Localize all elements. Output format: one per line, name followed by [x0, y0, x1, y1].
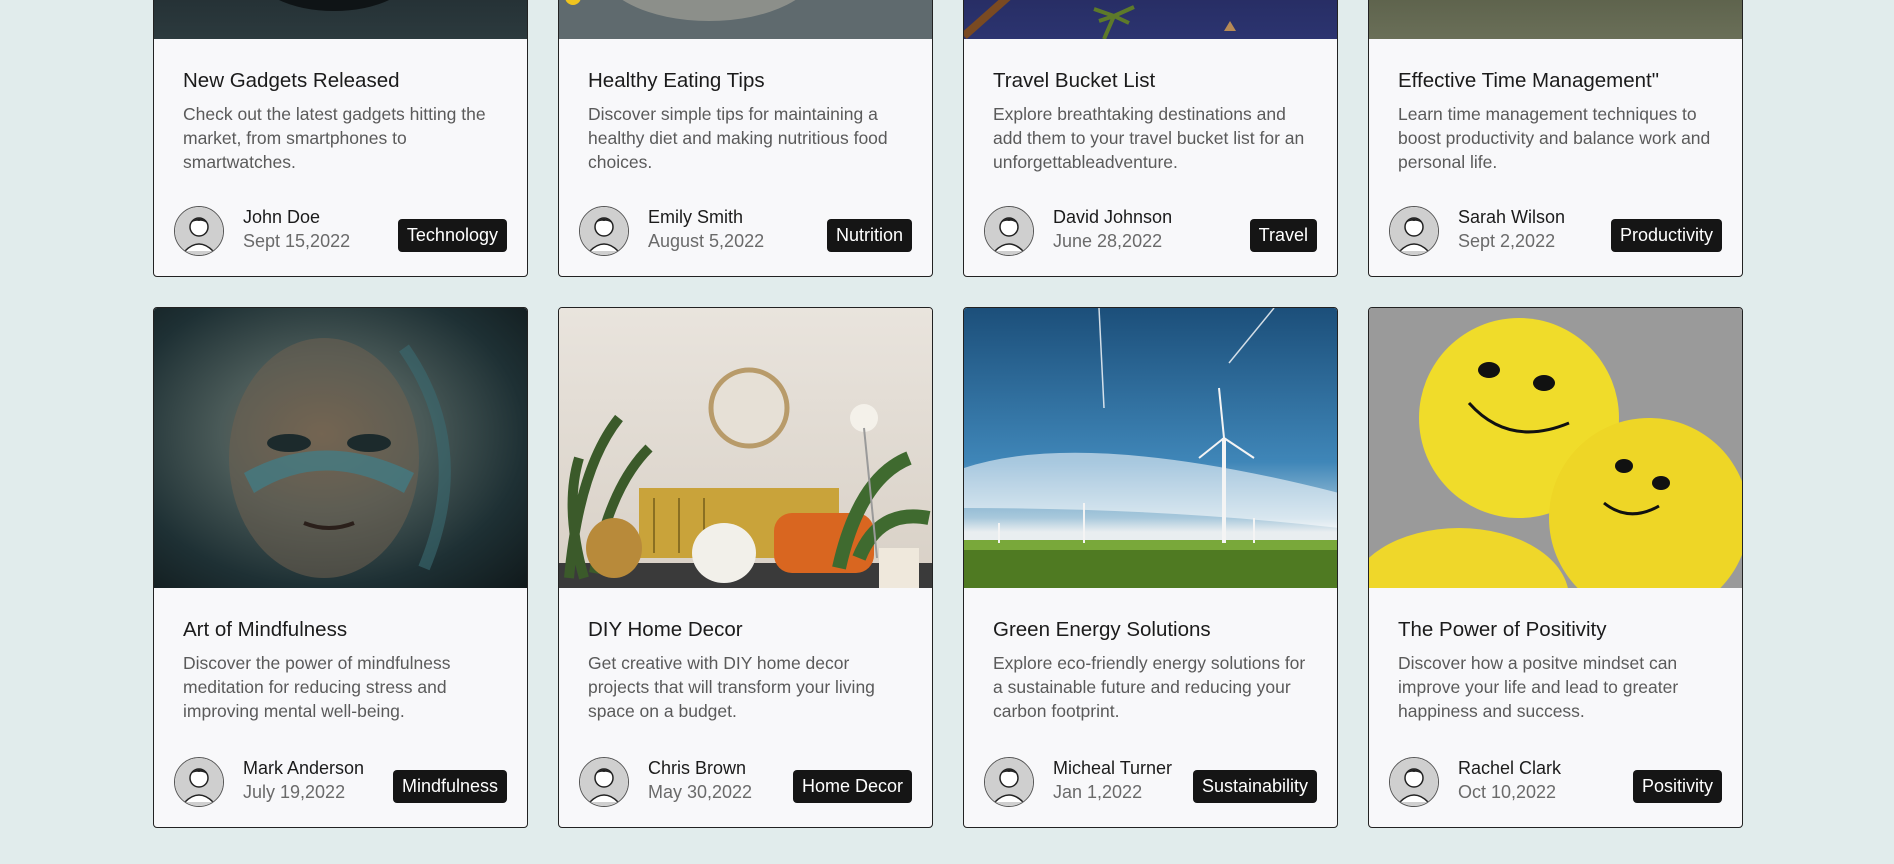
author-name: David Johnson	[1053, 207, 1173, 227]
avatar	[984, 757, 1034, 807]
card-image	[559, 0, 932, 39]
category-badge[interactable]: Nutrition	[826, 219, 912, 252]
card-image	[559, 308, 932, 588]
card-image	[964, 308, 1337, 588]
card-description: Explore breathtaking destinations and ad…	[993, 104, 1305, 172]
card-image	[1369, 0, 1742, 39]
card-title[interactable]: Healthy Eating Tips	[588, 69, 903, 93]
post-date: May 30,2022	[648, 782, 753, 802]
blog-card[interactable]: New Gadgets Released Check out the lates…	[153, 0, 528, 277]
card-description: Get creative with DIY home decor project…	[588, 653, 875, 721]
card-title[interactable]: New Gadgets Released	[183, 69, 498, 93]
card-image	[154, 0, 527, 39]
card-image	[964, 0, 1337, 39]
post-date: July 19,2022	[243, 782, 346, 802]
card-grid: New Gadgets Released Check out the lates…	[153, 0, 1745, 828]
card-description: Explore eco-friendly energy solutions fo…	[993, 653, 1306, 721]
card-title[interactable]: Travel Bucket List	[993, 69, 1308, 93]
category-badge[interactable]: Technology	[397, 219, 507, 252]
author-name: Micheal Turner	[1053, 758, 1173, 778]
blog-card[interactable]: Healthy Eating Tips Discover simple tips…	[558, 0, 933, 277]
avatar	[579, 206, 629, 256]
post-date: August 5,2022	[648, 231, 765, 251]
category-badge[interactable]: Travel	[1249, 219, 1317, 252]
card-description: Discover simple tips for maintaining a h…	[588, 104, 888, 172]
card-title[interactable]: The Power of Positivity	[1398, 618, 1713, 642]
avatar	[579, 757, 629, 807]
blog-card[interactable]: Art of Mindfulness Discover the power of…	[153, 307, 528, 828]
post-date: June 28,2022	[1053, 231, 1163, 251]
avatar	[1389, 757, 1439, 807]
category-badge[interactable]: Home Decor	[792, 770, 912, 803]
author-name: Sarah Wilson	[1458, 207, 1566, 227]
card-description: Learn time management techniques to boos…	[1398, 104, 1711, 172]
blog-card[interactable]: Green Energy Solutions Explore eco-frien…	[963, 307, 1338, 828]
post-date: Jan 1,2022	[1053, 782, 1143, 802]
card-title[interactable]: Green Energy Solutions	[993, 618, 1308, 642]
avatar	[984, 206, 1034, 256]
card-description: Discover the power of mindfulness medita…	[183, 653, 451, 721]
author-name: John Doe	[243, 207, 321, 227]
avatar	[1389, 206, 1439, 256]
category-badge[interactable]: Productivity	[1610, 219, 1722, 252]
author-name: Rachel Clark	[1458, 758, 1562, 778]
blog-card[interactable]: Travel Bucket List Explore breathtaking …	[963, 0, 1338, 277]
card-image	[1369, 308, 1742, 588]
card-title[interactable]: Effective Time Management"	[1398, 69, 1713, 93]
category-badge[interactable]: Sustainability	[1192, 770, 1317, 803]
blog-card[interactable]: Effective Time Management" Learn time ma…	[1368, 0, 1743, 277]
blog-card[interactable]: DIY Home Decor Get creative with DIY hom…	[558, 307, 933, 828]
card-title[interactable]: DIY Home Decor	[588, 618, 903, 642]
post-date: Sept 2,2022	[1458, 231, 1556, 251]
author-name: Chris Brown	[648, 758, 747, 778]
post-date: Oct 10,2022	[1458, 782, 1557, 802]
avatar	[174, 206, 224, 256]
author-name: Mark Anderson	[243, 758, 365, 778]
avatar	[174, 757, 224, 807]
blog-card[interactable]: The Power of Positivity Discover how a p…	[1368, 307, 1743, 828]
category-badge[interactable]: Mindfulness	[392, 770, 507, 803]
category-badge[interactable]: Positivity	[1632, 770, 1722, 803]
card-image	[154, 308, 527, 588]
card-title[interactable]: Art of Mindfulness	[183, 618, 498, 642]
post-date: Sept 15,2022	[243, 231, 351, 251]
card-description: Discover how a positve mindset can impro…	[1398, 653, 1679, 721]
card-description: Check out the latest gadgets hitting the…	[183, 104, 486, 172]
author-name: Emily Smith	[648, 207, 744, 227]
